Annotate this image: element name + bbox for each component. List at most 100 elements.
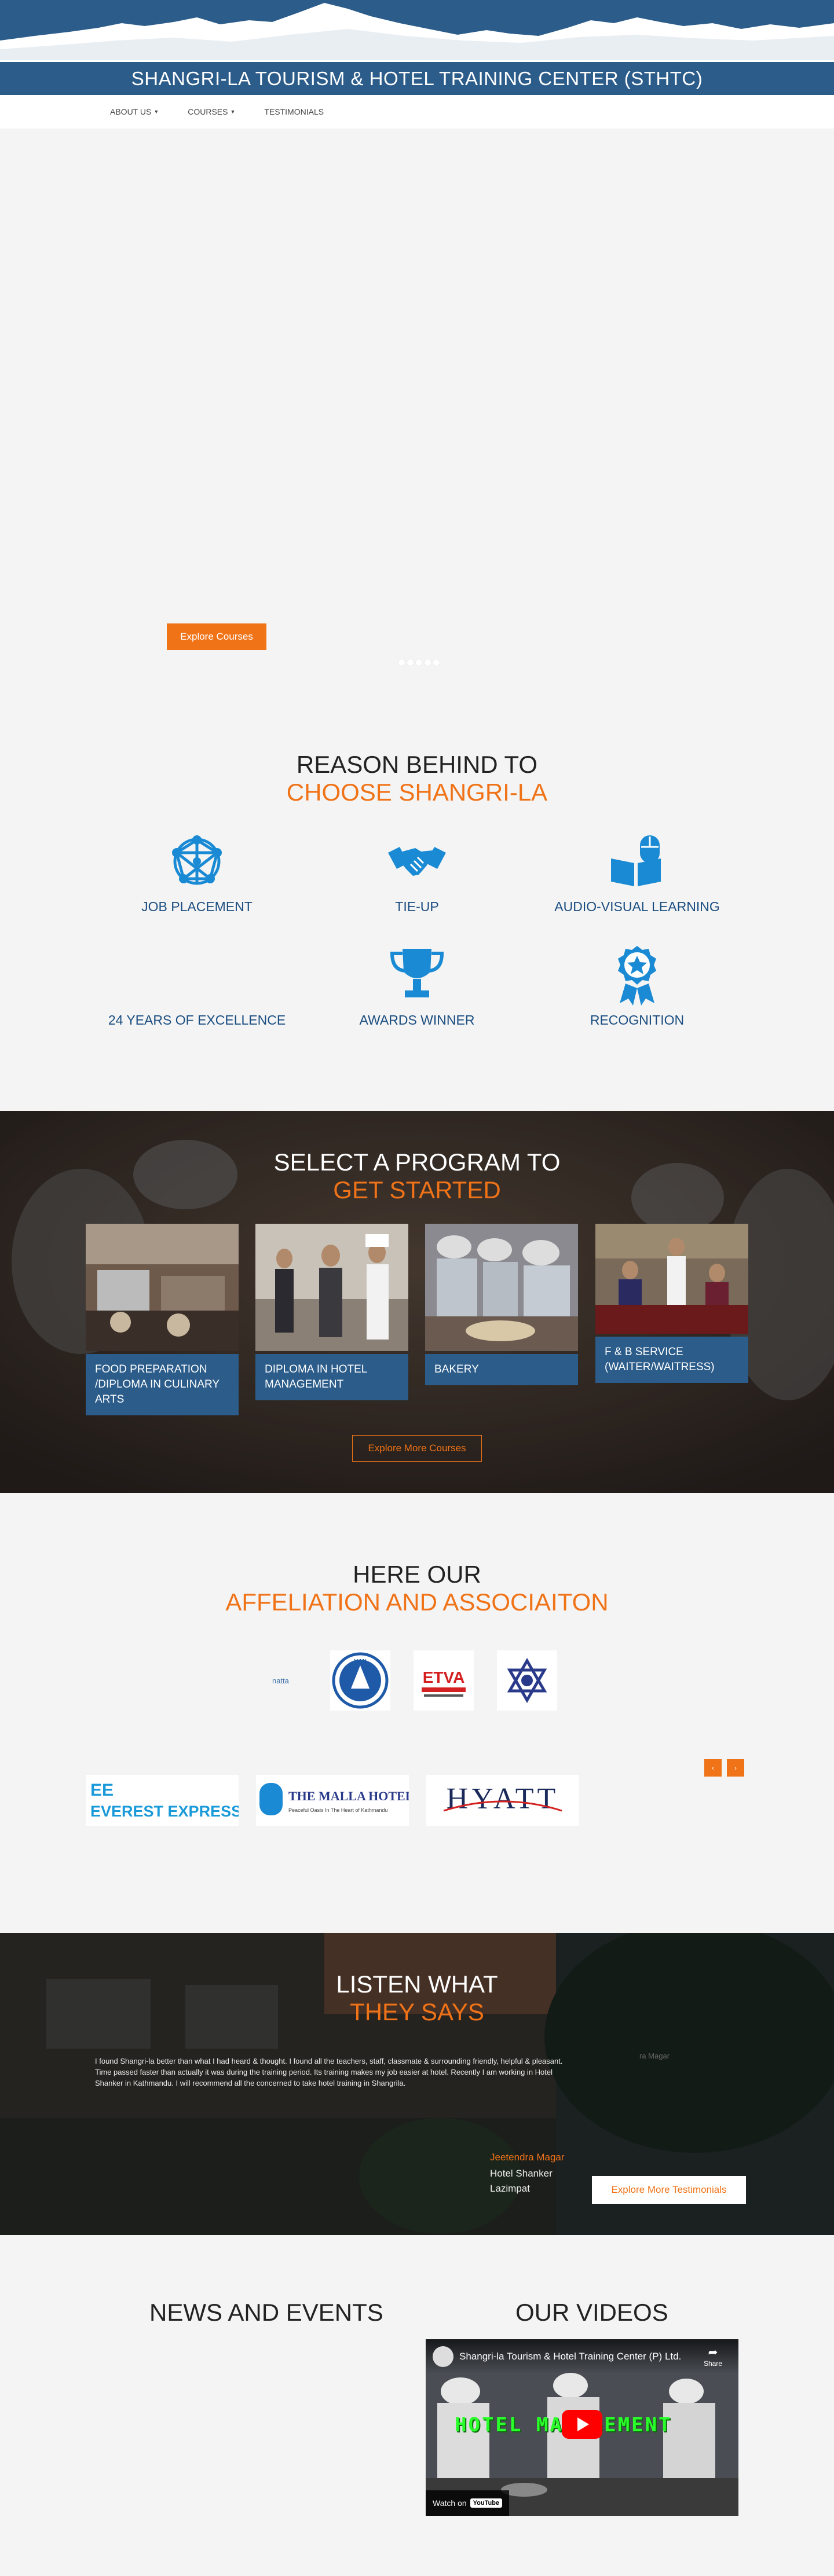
network-globe-icon	[104, 830, 290, 893]
hero-slider: Explore Courses	[0, 129, 834, 670]
partner-everest-express[interactable]: EE EVEREST EXPRESS	[86, 1775, 239, 1826]
blank-icon	[104, 943, 290, 1007]
youtube-logo: YouTube	[470, 2498, 503, 2508]
author-workplace: Hotel Shanker	[490, 2168, 553, 2179]
nav-label: COURSES	[188, 107, 228, 116]
heading-line1: SELECT A PROGRAM TO	[273, 1148, 561, 1176]
program-photo	[595, 1224, 748, 1334]
slider-dot[interactable]	[433, 659, 440, 666]
program-title: F & B SERVICE (WAITER/WAITRESS)	[595, 1337, 748, 1383]
association-logos: natta HAN ETVA	[272, 1650, 557, 1711]
heading-line2: CHOOSE SHANGRI-LA	[286, 779, 548, 806]
han-logo: HAN	[330, 1650, 390, 1711]
explore-more-testimonials-button[interactable]: Explore More Testimonials	[592, 2176, 746, 2204]
nav-testimonials[interactable]: TESTIMONIALS	[264, 107, 324, 116]
play-button-icon[interactable]	[562, 2410, 602, 2439]
partner-logos: EE EVEREST EXPRESS THE MALLA HOTEL Peace…	[86, 1775, 579, 1826]
programs-section: SELECT A PROGRAM TO GET STARTED FOOD PRE…	[0, 1111, 834, 1493]
slider-dot[interactable]	[407, 659, 414, 666]
reason-label: 24 YEARS OF EXCELLENCE	[108, 1012, 286, 1028]
video-top-bar: Shangri-la Tourism & Hotel Training Cent…	[426, 2339, 738, 2374]
programs-heading: SELECT A PROGRAM TO GET STARTED	[0, 1111, 834, 1204]
program-card[interactable]: F & B SERVICE (WAITER/WAITRESS)	[595, 1224, 748, 1383]
natta-logo: natta	[272, 1676, 289, 1685]
heading-line2: AFFELIATION AND ASSOCIAITON	[225, 1588, 609, 1616]
nav-courses[interactable]: COURSES ▼	[188, 107, 235, 116]
partner-hyatt[interactable]: HYATT	[426, 1775, 579, 1826]
reason-item: TIE-UP	[324, 830, 510, 915]
next-arrow-button[interactable]: ›	[727, 1759, 744, 1777]
video-title[interactable]: Shangri-la Tourism & Hotel Training Cent…	[459, 2351, 681, 2362]
reason-item: JOB PLACEMENT	[104, 830, 290, 915]
etva-logo: ETVA	[414, 1650, 474, 1711]
nav-about-us[interactable]: ABOUT US ▼	[110, 107, 159, 116]
caret-down-icon: ▼	[230, 109, 236, 115]
hyatt-name: HYATT	[447, 1782, 559, 1815]
heading-line1: REASON BEHIND TO	[296, 751, 538, 778]
reason-label: RECOGNITION	[590, 1012, 685, 1028]
program-photo	[255, 1224, 408, 1351]
testimonial-quote: I found Shangri-la better than what I ha…	[95, 2057, 563, 2087]
site-title-bar: SHANGRI-LA TOURISM & HOTEL TRAINING CENT…	[0, 60, 834, 95]
heading-line2: THEY SAYS	[350, 1998, 484, 2025]
book-mouse-icon	[544, 830, 730, 893]
program-cards: FOOD PREPARATION /DIPLOMA IN CULINARY AR…	[86, 1224, 748, 1415]
channel-avatar[interactable]	[433, 2346, 453, 2367]
program-title: FOOD PREPARATION /DIPLOMA IN CULINARY AR…	[86, 1354, 239, 1415]
watch-on-youtube-link[interactable]: Watch on YouTube	[426, 2490, 510, 2516]
program-card[interactable]: FOOD PREPARATION /DIPLOMA IN CULINARY AR…	[86, 1224, 239, 1415]
reasons-heading: REASON BEHIND TO CHOOSE SHANGRI-LA	[0, 751, 834, 806]
reasons-section: REASON BEHIND TO CHOOSE SHANGRI-LA JOB P…	[0, 670, 834, 1111]
malla-name: THE MALLA HOTEL	[288, 1789, 409, 1803]
share-label: Share	[703, 2360, 722, 2368]
hyatt-logo: HYATT	[443, 1782, 562, 1815]
testimonial-photo: ra Magar	[639, 2052, 670, 2060]
reason-label: AWARDS WINNER	[359, 1012, 475, 1028]
carousel-arrows: ‹ ›	[704, 1759, 744, 1777]
reason-label: TIE-UP	[395, 899, 439, 914]
everest-name: EVEREST EXPRESS	[90, 1803, 239, 1820]
reason-item: AWARDS WINNER	[324, 943, 510, 1028]
reason-item: AUDIO-VISUAL LEARNING	[544, 830, 730, 915]
testimonials-heading: LISTEN WHAT THEY SAYS	[0, 1933, 834, 2026]
etva-text: ETVA	[423, 1668, 465, 1686]
youtube-video-embed[interactable]: Shangri-la Tourism & Hotel Training Cent…	[426, 2339, 738, 2516]
program-photo	[425, 1224, 578, 1351]
heading-line1: HERE OUR	[353, 1561, 481, 1588]
testimonial-author-meta: Hotel Shanker Lazimpat	[490, 2166, 553, 2196]
star-emblem-logo	[497, 1650, 557, 1711]
han-text: HAN	[354, 1658, 367, 1665]
share-icon: ➦	[708, 2346, 718, 2359]
program-card[interactable]: DIPLOMA IN HOTEL MANAGEMENT	[255, 1224, 408, 1400]
explore-courses-button[interactable]: Explore Courses	[167, 623, 266, 650]
slider-dot[interactable]	[416, 659, 422, 666]
program-title: DIPLOMA IN HOTEL MANAGEMENT	[255, 1354, 408, 1400]
partner-malla-hotel[interactable]: THE MALLA HOTEL Peaceful Oasis In The He…	[256, 1775, 409, 1826]
site-title[interactable]: SHANGRI-LA TOURISM & HOTEL TRAINING CENT…	[131, 68, 703, 90]
slider-dot[interactable]	[398, 659, 405, 666]
news-events-heading: NEWS AND EVENTS	[149, 2299, 383, 2326]
testimonial-author: Jeetendra Magar	[490, 2152, 565, 2163]
prev-arrow-button[interactable]: ‹	[704, 1759, 722, 1777]
program-title: BAKERY	[425, 1354, 578, 1385]
mountain-banner	[0, 0, 834, 60]
our-videos-heading: OUR VIDEOS	[515, 2299, 668, 2326]
nav-label: ABOUT US	[110, 107, 152, 116]
nav-label: TESTIMONIALS	[264, 107, 324, 116]
share-button[interactable]: ➦ Share	[704, 2345, 722, 2368]
program-card[interactable]: BAKERY	[425, 1224, 578, 1385]
malla-tagline: Peaceful Oasis In The Heart of Kathmandu	[288, 1807, 387, 1813]
everest-express-logo: EE EVEREST EXPRESS	[90, 1781, 239, 1820]
handshake-icon	[324, 830, 510, 893]
author-location: Lazimpat	[490, 2183, 530, 2194]
affiliation-heading: HERE OUR AFFELIATION AND ASSOCIAITON	[0, 1561, 834, 1616]
heading-line1: LISTEN WHAT	[336, 1970, 498, 1998]
slider-dot[interactable]	[425, 659, 431, 666]
reason-label: JOB PLACEMENT	[141, 899, 253, 914]
main-nav: ABOUT US ▼ COURSES ▼ TESTIMONIALS	[0, 95, 834, 129]
news-videos-section: NEWS AND EVENTS OUR VIDEOS Shangri-la To…	[0, 2235, 834, 2576]
explore-more-courses-button[interactable]: Explore More Courses	[352, 1435, 482, 1462]
program-photo	[86, 1224, 239, 1351]
trophy-icon	[324, 943, 510, 1007]
medal-icon	[544, 943, 730, 1007]
